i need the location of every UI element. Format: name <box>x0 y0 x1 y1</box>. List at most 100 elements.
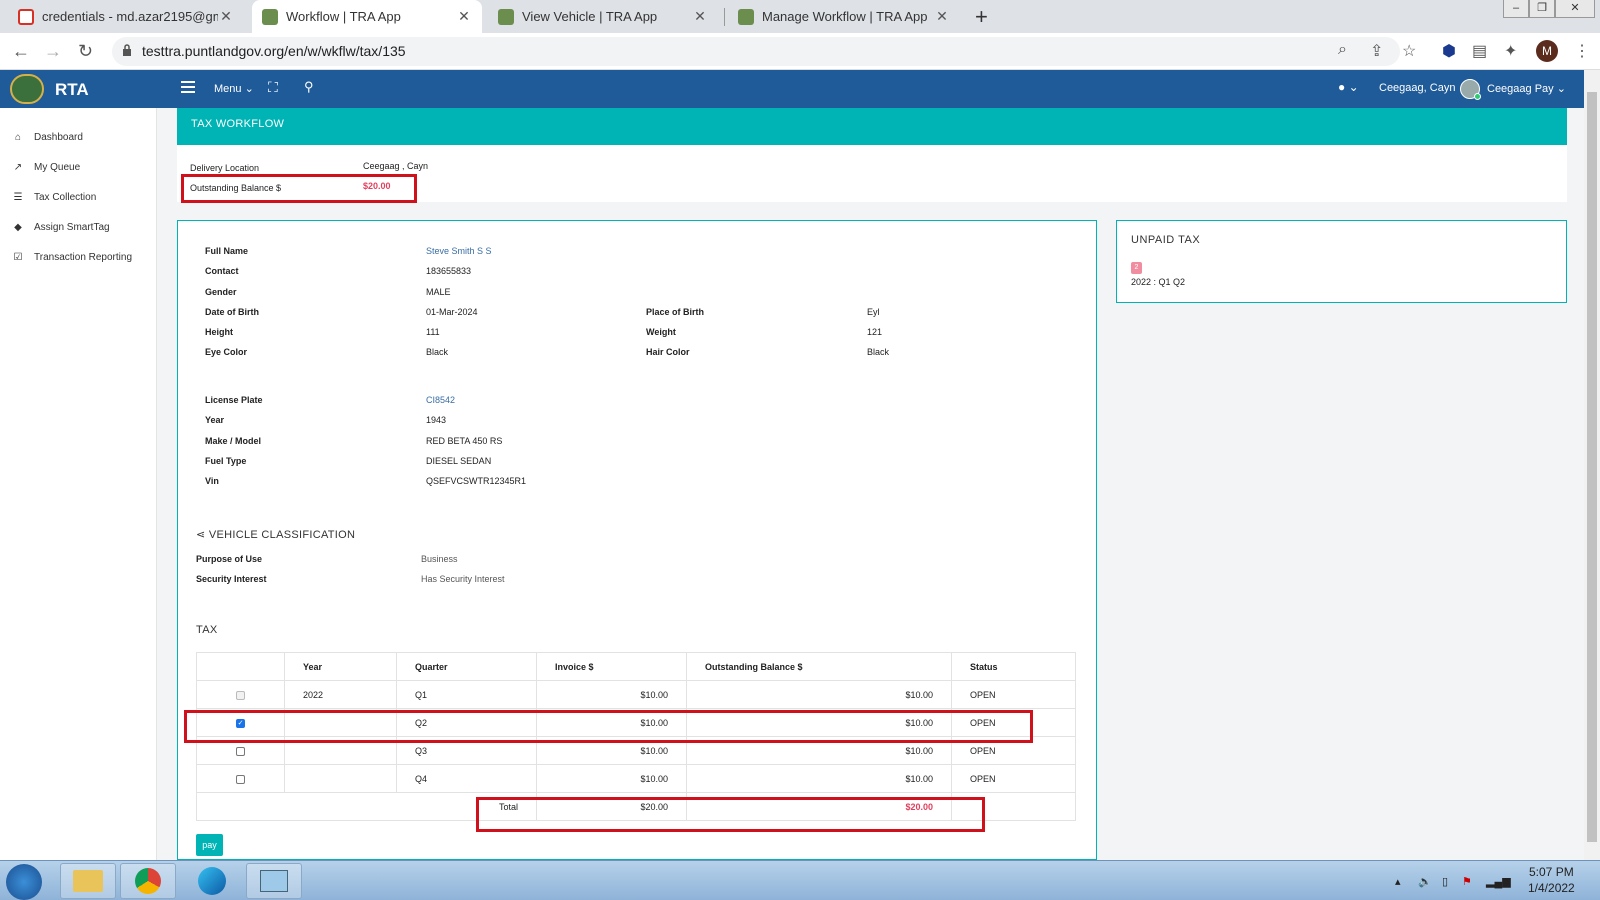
zoom-icon[interactable]: ⌕ <box>1338 41 1347 59</box>
sidebar: ⌂ Dashboard ↗ My Queue ☰ Tax Collection … <box>0 108 157 860</box>
status-cell: OPEN <box>951 764 1076 793</box>
dob-label: Date of Birth <box>205 307 259 317</box>
close-window-button[interactable]: ✕ <box>1555 0 1595 18</box>
tax-section-title: TAX <box>196 624 218 636</box>
crest-icon <box>498 8 514 25</box>
user-menu[interactable]: Ceegaag Pay ⌄ <box>1487 82 1566 95</box>
pob-value: Eyl <box>867 307 880 317</box>
close-icon[interactable]: ✕ <box>456 8 472 25</box>
row-checkbox[interactable] <box>236 774 245 784</box>
tab-gmail[interactable]: credentials - md.azar2195@gmai ✕ <box>8 0 244 33</box>
network-icon[interactable]: ▂▄▆ <box>1486 875 1511 888</box>
tab-separator <box>724 8 725 26</box>
security-interest-value: Has Security Interest <box>421 574 505 584</box>
tab-manage-workflow[interactable]: Manage Workflow | TRA App ✕ <box>728 0 960 33</box>
outstanding-cell: $10.00 <box>686 680 952 709</box>
edge-button[interactable] <box>184 863 240 899</box>
volume-icon[interactable]: 🔈 <box>1418 875 1432 888</box>
hair-color-label: Hair Color <box>646 347 690 357</box>
unpaid-tax-card <box>1116 220 1567 303</box>
vehicle-classification-title: ⋖ VEHICLE CLASSIFICATION <box>196 528 355 541</box>
page-scrollbar[interactable] <box>1584 70 1600 860</box>
quarter-cell: Q1 <box>396 680 537 709</box>
license-plate-link[interactable]: CI8542 <box>426 395 455 405</box>
sidebar-item-transaction-reporting[interactable]: ☑ Transaction Reporting <box>12 252 133 263</box>
sidebar-item-tax-collection[interactable]: ☰ Tax Collection <box>12 192 97 203</box>
column-header: Year <box>284 652 397 681</box>
avatar[interactable] <box>1460 79 1481 100</box>
hair-color-value: Black <box>867 347 890 357</box>
page-title: TAX WORKFLOW <box>177 108 1567 145</box>
new-tab-button[interactable]: + <box>975 4 988 30</box>
chrome-button[interactable] <box>120 863 176 899</box>
close-icon[interactable]: ✕ <box>218 8 234 25</box>
rta-logo <box>10 74 44 104</box>
full-name-label: Full Name <box>205 246 249 256</box>
share-icon: ⋖ <box>196 529 209 541</box>
shield-extension-icon[interactable]: ⬢ <box>1442 41 1456 61</box>
table-row: Q4 $10.00 $10.00 OPEN <box>196 764 1076 793</box>
tab-view-vehicle[interactable]: View Vehicle | TRA App ✕ <box>488 0 718 33</box>
fullscreen-icon[interactable]: ⛶ <box>268 79 278 96</box>
full-name-link[interactable]: Steve Smith S S <box>426 246 492 256</box>
sidebar-item-assign-smarttag[interactable]: ◆ Assign SmartTag <box>12 222 109 233</box>
tags-icon: ◆ <box>14 222 22 233</box>
tab-title: Manage Workflow | TRA App <box>762 9 928 24</box>
battery-icon[interactable]: ▯ <box>1442 875 1448 888</box>
address-bar[interactable]: testtra.puntlandgov.org/en/w/wkflw/tax/1… <box>112 37 1400 66</box>
pob-label: Place of Birth <box>646 307 705 317</box>
outstanding-cell: $10.00 <box>686 764 952 793</box>
edge-icon <box>198 867 226 895</box>
restore-button[interactable]: ❐ <box>1529 0 1555 18</box>
menu-dropdown[interactable]: Menu ⌄ <box>214 82 254 95</box>
more-vert-icon[interactable]: ⋮ <box>1574 41 1590 61</box>
lock-icon <box>123 44 131 56</box>
table-header-row: Year Quarter Invoice $ Outstanding Balan… <box>196 652 1076 681</box>
gmail-icon <box>18 8 34 25</box>
weight-value: 121 <box>867 327 883 337</box>
puzzle-icon[interactable]: ✦ <box>1504 41 1517 61</box>
vehicle-classification-text: VEHICLE CLASSIFICATION <box>208 529 356 541</box>
share-icon[interactable]: ⇪ <box>1370 41 1383 61</box>
folder-icon <box>73 870 103 892</box>
vin-value: QSEFVCSWTR12345R1 <box>426 476 527 486</box>
pay-button[interactable]: pay <box>196 834 223 856</box>
forward-icon[interactable]: → <box>44 41 62 62</box>
user-dropdown-icon[interactable]: ● ⌄ <box>1338 80 1359 94</box>
notepad-icon <box>260 870 288 892</box>
search-icon[interactable]: ⚲ <box>304 79 314 95</box>
height-label: Height <box>205 327 233 337</box>
system-clock[interactable]: 5:07 PM 1/4/2022 <box>1528 864 1575 896</box>
highlight-total-row <box>476 797 985 832</box>
list-icon: ☰ <box>13 192 23 203</box>
make-model-label: Make / Model <box>205 436 262 446</box>
row-checkbox[interactable] <box>236 746 245 756</box>
flag-icon[interactable]: ⚑ <box>1462 875 1472 888</box>
close-icon[interactable]: ✕ <box>934 8 950 25</box>
notepad-button[interactable] <box>246 863 302 899</box>
tray-expand-icon[interactable]: ▴ <box>1395 875 1401 888</box>
sidebar-item-dashboard[interactable]: ⌂ Dashboard <box>12 132 83 143</box>
contact-value: 183655833 <box>426 266 472 276</box>
column-header: Invoice $ <box>536 652 687 681</box>
sidebar-item-my-queue[interactable]: ↗ My Queue <box>12 162 80 173</box>
reload-icon[interactable]: ↻ <box>78 41 93 62</box>
weight-label: Weight <box>646 327 676 337</box>
tab-workflow[interactable]: Workflow | TRA App ✕ <box>252 0 482 33</box>
delivery-location-label: Delivery Location <box>190 163 260 173</box>
back-icon[interactable]: ← <box>12 41 30 62</box>
star-icon[interactable]: ☆ <box>1402 41 1416 61</box>
clipboard-extension-icon[interactable]: ▤ <box>1472 41 1487 61</box>
close-icon[interactable]: ✕ <box>692 8 708 25</box>
fuel-type-label: Fuel Type <box>205 456 247 466</box>
file-explorer-button[interactable] <box>60 863 116 899</box>
start-button[interactable] <box>6 864 42 900</box>
hamburger-icon[interactable] <box>181 81 195 96</box>
sidebar-item-label: My Queue <box>34 162 81 173</box>
quarter-cell: Q4 <box>396 764 537 793</box>
profile-avatar[interactable]: M <box>1536 40 1558 62</box>
minimize-button[interactable]: – <box>1503 0 1529 18</box>
app-header: RTA Menu ⌄ ⛶ ⚲ ● ⌄ Ceegaag, Cayn Ceegaag… <box>0 70 1584 108</box>
row-checkbox[interactable] <box>236 690 245 700</box>
scroll-thumb[interactable] <box>1587 92 1597 842</box>
